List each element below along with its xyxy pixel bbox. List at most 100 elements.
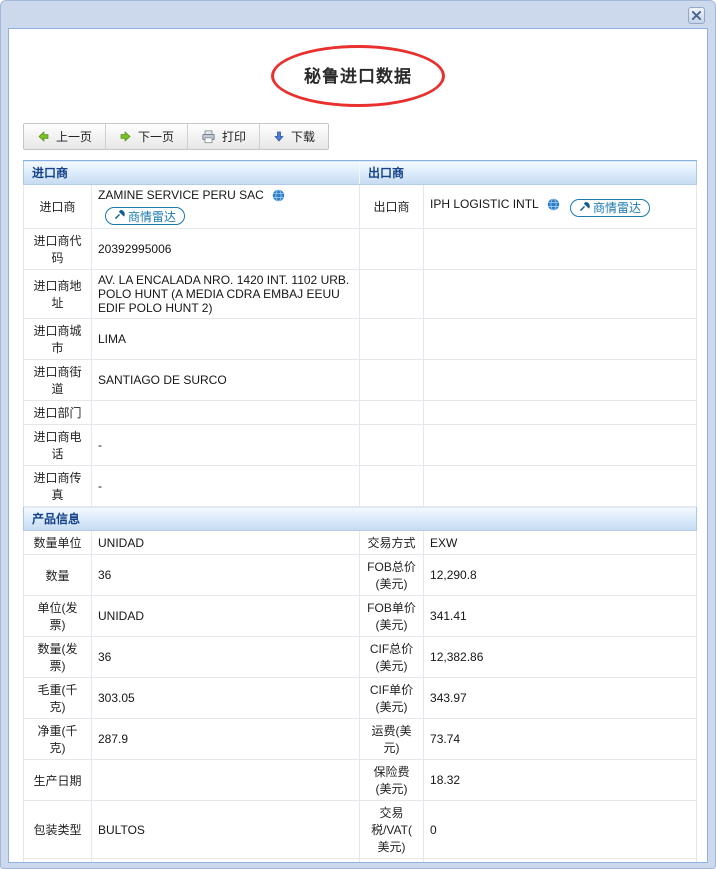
row-value: 12,382.86 bbox=[424, 637, 697, 678]
row-label: CIF总价(美元) bbox=[360, 637, 424, 678]
print-button[interactable]: 打印 bbox=[187, 124, 259, 149]
row-value bbox=[424, 270, 697, 319]
row-value: BULTOS bbox=[92, 801, 360, 859]
row-value: 20392995006 bbox=[92, 229, 360, 270]
row-value: 303.05 bbox=[92, 678, 360, 719]
row-label: 数量(发票) bbox=[24, 637, 92, 678]
next-page-button[interactable]: 下一页 bbox=[105, 124, 187, 149]
row-value: 287.9 bbox=[92, 719, 360, 760]
row-label bbox=[360, 401, 424, 425]
toolbar: 上一页 下一页 打印 bbox=[23, 123, 329, 150]
radar-button-label: 商情雷达 bbox=[593, 199, 641, 216]
row-value: 1,981.26 bbox=[424, 859, 697, 864]
title-area: 秘鲁进口数据 bbox=[9, 43, 707, 119]
row-label: 进口商城市 bbox=[24, 319, 92, 360]
data-detail-window: 秘鲁进口数据 上一页 下一页 bbox=[0, 0, 716, 869]
table-row: 进口部门 bbox=[24, 401, 697, 425]
row-value bbox=[424, 425, 697, 466]
arrow-right-icon bbox=[119, 130, 132, 143]
row-label: 地税(美元) bbox=[360, 859, 424, 864]
table-row: 进口商城市 LIMA bbox=[24, 319, 697, 360]
row-label: 进口商代码 bbox=[24, 229, 92, 270]
row-value bbox=[92, 401, 360, 425]
radar-button[interactable]: 商情雷达 bbox=[105, 207, 185, 225]
row-label bbox=[360, 270, 424, 319]
download-label: 下载 bbox=[291, 128, 315, 145]
table-row: 进口商 ZAMINE SERVICE PERU SAC 商情雷达 出口商 IPH… bbox=[24, 185, 697, 229]
table-row: 生产日期 保险费(美元) 18.32 bbox=[24, 760, 697, 801]
row-label: 运费(美元) bbox=[360, 719, 424, 760]
row-label: 保险费(美元) bbox=[360, 760, 424, 801]
table-row: 净重(千克) 287.9 运费(美元) 73.74 bbox=[24, 719, 697, 760]
page-title: 秘鲁进口数据 bbox=[9, 43, 707, 105]
download-button[interactable]: 下载 bbox=[259, 124, 328, 149]
row-value: 73.74 bbox=[424, 719, 697, 760]
row-value: 18.32 bbox=[424, 760, 697, 801]
radar-icon bbox=[579, 201, 590, 215]
row-label: 数量 bbox=[24, 555, 92, 596]
radar-icon bbox=[114, 209, 125, 223]
row-value bbox=[424, 229, 697, 270]
row-value: 0 bbox=[92, 859, 360, 864]
row-value bbox=[424, 466, 697, 507]
row-value: 36 bbox=[92, 637, 360, 678]
row-label: 数量单位 bbox=[24, 531, 92, 555]
printer-icon bbox=[201, 130, 216, 144]
row-label: 净重(千克) bbox=[24, 719, 92, 760]
row-value: UNIDAD bbox=[92, 531, 360, 555]
row-value: AV. LA ENCALADA NRO. 1420 INT. 1102 URB.… bbox=[92, 270, 360, 319]
section-header-exporter: 出口商 bbox=[360, 161, 697, 185]
row-label bbox=[360, 229, 424, 270]
row-value bbox=[424, 360, 697, 401]
close-icon bbox=[692, 7, 701, 25]
importer-name: ZAMINE SERVICE PERU SAC bbox=[98, 188, 264, 202]
table-row: 毛重(千克) 303.05 CIF单价(美元) 343.97 bbox=[24, 678, 697, 719]
prev-page-button[interactable]: 上一页 bbox=[24, 124, 105, 149]
section-header-row: 产品信息 bbox=[24, 507, 697, 531]
row-value bbox=[424, 319, 697, 360]
table-row: 包装数量 0 地税(美元) 1,981.26 bbox=[24, 859, 697, 864]
row-value: 12,290.8 bbox=[424, 555, 697, 596]
row-value: SANTIAGO DE SURCO bbox=[92, 360, 360, 401]
download-arrow-icon bbox=[273, 130, 285, 143]
prev-page-label: 上一页 bbox=[56, 128, 92, 145]
row-value: 341.41 bbox=[424, 596, 697, 637]
row-label: 包装类型 bbox=[24, 801, 92, 859]
row-label bbox=[360, 360, 424, 401]
row-label: 进口商电话 bbox=[24, 425, 92, 466]
row-label: FOB总价(美元) bbox=[360, 555, 424, 596]
table-row: 数量单位 UNIDAD 交易方式 EXW bbox=[24, 531, 697, 555]
print-label: 打印 bbox=[222, 128, 246, 145]
row-label: CIF单价(美元) bbox=[360, 678, 424, 719]
row-value: LIMA bbox=[92, 319, 360, 360]
row-label: 进口部门 bbox=[24, 401, 92, 425]
globe-icon[interactable] bbox=[547, 198, 560, 214]
window-titlebar bbox=[1, 1, 715, 28]
row-value bbox=[424, 401, 697, 425]
row-label: 单位(发票) bbox=[24, 596, 92, 637]
row-label: 生产日期 bbox=[24, 760, 92, 801]
row-label: 进口商传真 bbox=[24, 466, 92, 507]
section-header-row: 进口商 出口商 bbox=[24, 161, 697, 185]
row-label: 包装数量 bbox=[24, 859, 92, 864]
table-row: 进口商代码 20392995006 bbox=[24, 229, 697, 270]
section-header-product: 产品信息 bbox=[24, 507, 697, 531]
globe-icon[interactable] bbox=[272, 189, 285, 205]
row-value: - bbox=[92, 425, 360, 466]
row-value bbox=[92, 760, 360, 801]
row-label bbox=[360, 319, 424, 360]
row-label: 交易税/VAT(美元) bbox=[360, 801, 424, 859]
table-row: 包装类型 BULTOS 交易税/VAT(美元) 0 bbox=[24, 801, 697, 859]
row-value: 36 bbox=[92, 555, 360, 596]
table-row: 数量(发票) 36 CIF总价(美元) 12,382.86 bbox=[24, 637, 697, 678]
radar-button[interactable]: 商情雷达 bbox=[570, 199, 650, 217]
exporter-name: IPH LOGISTIC INTL bbox=[430, 197, 538, 211]
table-row: 进口商地址 AV. LA ENCALADA NRO. 1420 INT. 110… bbox=[24, 270, 697, 319]
row-label bbox=[360, 425, 424, 466]
table-row: 进口商街道 SANTIAGO DE SURCO bbox=[24, 360, 697, 401]
close-button[interactable] bbox=[688, 7, 705, 24]
trade-data-table: 进口商 出口商 进口商 ZAMINE SERVICE PERU SAC 商情雷达… bbox=[23, 160, 697, 863]
row-label: 进口商地址 bbox=[24, 270, 92, 319]
row-value: EXW bbox=[424, 531, 697, 555]
section-header-importer: 进口商 bbox=[24, 161, 360, 185]
